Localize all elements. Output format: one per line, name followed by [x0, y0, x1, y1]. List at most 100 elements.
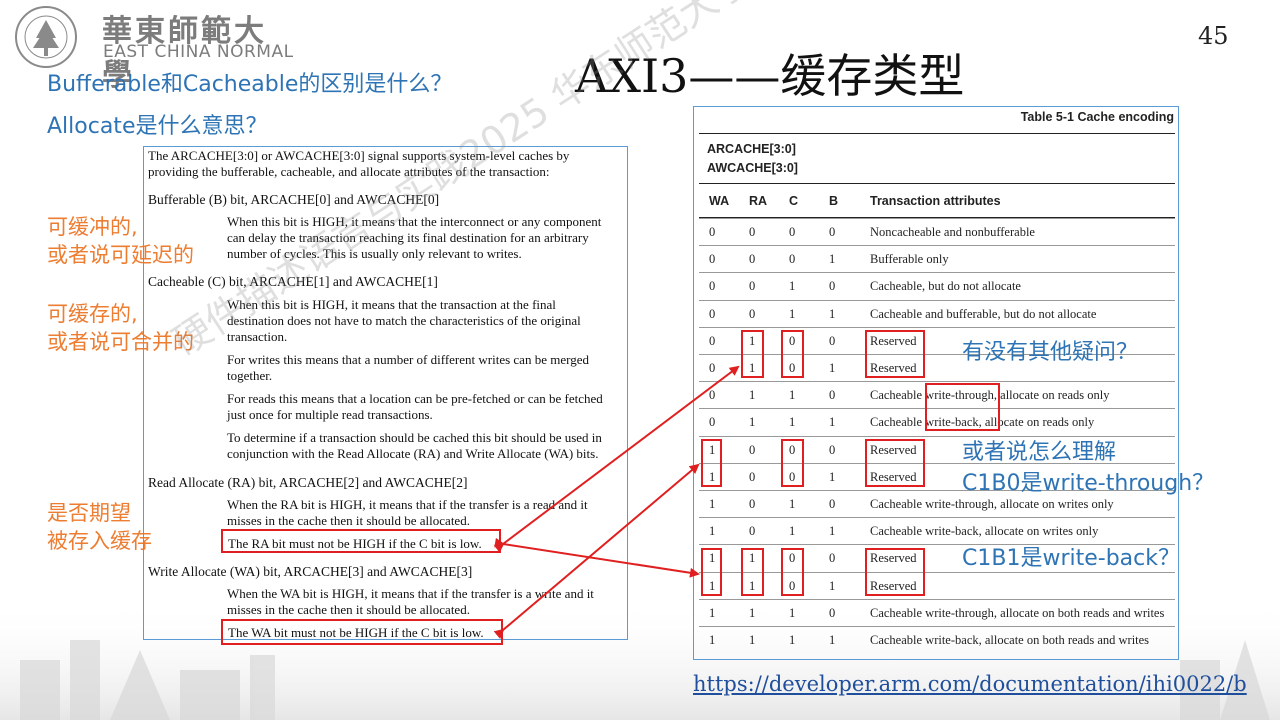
table-cell-attribute: Bufferable only [870, 252, 949, 267]
table-row: 1 0 1 1 Cacheable write-back, allocate on wr… [699, 517, 1175, 545]
table-cell-bit: 0 [789, 252, 796, 267]
table-cell-bit: 1 [749, 633, 756, 647]
table-cell-attribute: Cacheable write-back, allocate on both r… [870, 633, 1150, 647]
table-cell-attribute: Cacheable, but do not allocate [870, 279, 1021, 294]
table-row: 0 0 0 1 Bufferable only [699, 245, 1175, 273]
note-write-through: 或者说怎么理解 C1B0是write-through？ [962, 437, 1214, 499]
table-cell-bit: 1 [709, 605, 716, 620]
highlight-reserved-rows-4-5 [865, 330, 925, 378]
spec-line: For reads this means that a location can… [227, 391, 603, 406]
table-row: 1 1 1 0 Cacheable write-through, allocate on… [699, 598, 1175, 627]
table-cell-bit: 1 [829, 633, 836, 647]
spec-line: destination does not have to match the c… [227, 313, 581, 328]
table-cell-bit: 1 [829, 524, 836, 539]
highlight-c-col-rows-8-9 [781, 439, 804, 487]
table-signal-awcache: AWCACHE[3:0] [707, 161, 798, 175]
highlight-write-modes [925, 383, 1000, 431]
note-other-questions: 有没有其他疑问？ [962, 340, 1139, 365]
table-cell-bit: 1 [829, 415, 836, 430]
table-header-c: C [789, 194, 799, 208]
spec-line: transaction. [227, 329, 288, 344]
table-signal-arcache: ARCACHE[3:0] [707, 142, 796, 156]
note-allocate: 是否期望 被存入缓存 [47, 499, 152, 555]
reference-link[interactable]: https://developer.arm.com/documentation/… [693, 672, 1247, 696]
table-cell-bit: 0 [749, 279, 756, 294]
table-rule [699, 183, 1175, 184]
table-cell-bit: 1 [709, 524, 716, 539]
table-cell-bit: 1 [789, 279, 796, 294]
table-cell-bit: 1 [789, 633, 796, 647]
table-cell-bit: 0 [709, 279, 716, 294]
table-cell-bit: 0 [829, 551, 836, 566]
spec-ra-heading: Read Allocate (RA) bit, ARCACHE[2] and A… [148, 475, 468, 490]
table-cell-bit: 0 [709, 388, 716, 403]
spec-wa-text: When the WA bit is HIGH, it means that i… [227, 586, 594, 618]
table-cell-bit: 1 [789, 415, 796, 430]
table-rule [699, 133, 1175, 134]
table-cell-bit: 1 [789, 524, 796, 539]
table-cell-bit: 0 [829, 388, 836, 403]
table-cell-bit: 0 [709, 252, 716, 267]
table-header-b: B [829, 194, 839, 208]
table-cell-bit: 1 [829, 252, 836, 267]
note-line: 是否期望 [47, 501, 131, 525]
table-cell-bit: 0 [709, 333, 716, 348]
spec-line: just once for multiple read transactions… [227, 407, 433, 422]
table-cell-bit: 1 [789, 605, 796, 620]
table-cell-bit: 0 [709, 415, 716, 430]
table-row: 1 1 0 1 Reserved [699, 571, 1175, 600]
table-cell-attribute: Noncacheable and nonbufferable [870, 225, 1035, 239]
table-cell-bit: 1 [789, 497, 796, 511]
table-cell-attribute: Cacheable and bufferable, but do not all… [870, 306, 1097, 321]
note-line: 或者说怎么理解 [962, 440, 1117, 465]
table-header-attributes: Transaction attributes [870, 194, 1001, 208]
page-number: 45 [1198, 22, 1229, 50]
table-cell-bit: 0 [829, 442, 836, 457]
note-write-back: C1B1是write-back？ [962, 546, 1180, 571]
table-row: 0 0 0 0 Noncacheable and nonbufferable [699, 218, 1175, 246]
spec-line: conjunction with the Read Allocate (RA) … [227, 446, 599, 461]
highlight-c-col-rows-4-5 [781, 330, 804, 378]
spec-line: misses in the cache then it should be al… [227, 513, 470, 528]
table-cell-bit: 1 [829, 578, 836, 593]
highlight-ra-rule [221, 529, 501, 553]
table-cell-bit: 0 [789, 225, 796, 239]
university-logo: 華東師範大學 EAST CHINA NORMAL [6, 4, 296, 93]
note-line: 被存入缓存 [47, 529, 152, 553]
table-cell-bit: 1 [749, 415, 756, 430]
highlight-reserved-rows-8-9 [865, 439, 925, 487]
highlight-ra-col-rows-4-5 [741, 330, 764, 378]
table-cell-attribute: Cacheable write-back, allocate on writes… [870, 524, 1099, 539]
table-cell-bit: 1 [789, 388, 796, 403]
table-cell-bit: 0 [829, 225, 836, 239]
table-cell-bit: 0 [709, 225, 716, 239]
table-cell-bit: 0 [829, 497, 836, 511]
spec-wa-heading: Write Allocate (WA) bit, ARCACHE[3] and … [148, 564, 473, 579]
logo-english-name: EAST CHINA NORMAL [103, 42, 294, 62]
highlight-c-col-rows-12-13 [781, 548, 804, 596]
spec-ra-text: When the RA bit is HIGH, it means that i… [227, 497, 588, 529]
table-cell-bit: 0 [749, 225, 756, 239]
spec-cacheable-text4: To determine if a transaction should be … [227, 430, 602, 462]
table-header-wa: WA [709, 194, 730, 208]
spec-line: For writes this means that a number of d… [227, 352, 589, 367]
spec-line: When the WA bit is HIGH, it means that i… [227, 586, 594, 601]
table-cell-bit: 1 [709, 497, 716, 511]
table-cell-bit: 0 [749, 469, 756, 484]
table-cell-bit: 1 [749, 605, 756, 620]
highlight-wa-col-rows-8-9 [701, 439, 722, 487]
highlight-wa-rule [221, 619, 503, 645]
question-allocate: Allocate是什么意思？ [47, 114, 268, 139]
table-cell-bit: 0 [829, 333, 836, 348]
table-cell-attribute: Cacheable write-through, allocate on wri… [870, 497, 1114, 511]
spec-line: When the RA bit is HIGH, it means that i… [227, 497, 588, 512]
spec-line: together. [227, 368, 273, 383]
note-line: C1B0是write-through？ [962, 471, 1215, 496]
table-cell-bit: 0 [749, 306, 756, 321]
spec-cacheable-text2: For writes this means that a number of d… [227, 352, 589, 384]
spec-cacheable-text3: For reads this means that a location can… [227, 391, 603, 423]
question-bufferable-vs-cacheable: Bufferable和Cacheable的区别是什么？ [47, 72, 453, 97]
table-cell-bit: 0 [749, 524, 756, 539]
university-seal-icon [15, 6, 77, 68]
table-row: 0 0 1 0 Cacheable, but do not allocate [699, 272, 1175, 300]
